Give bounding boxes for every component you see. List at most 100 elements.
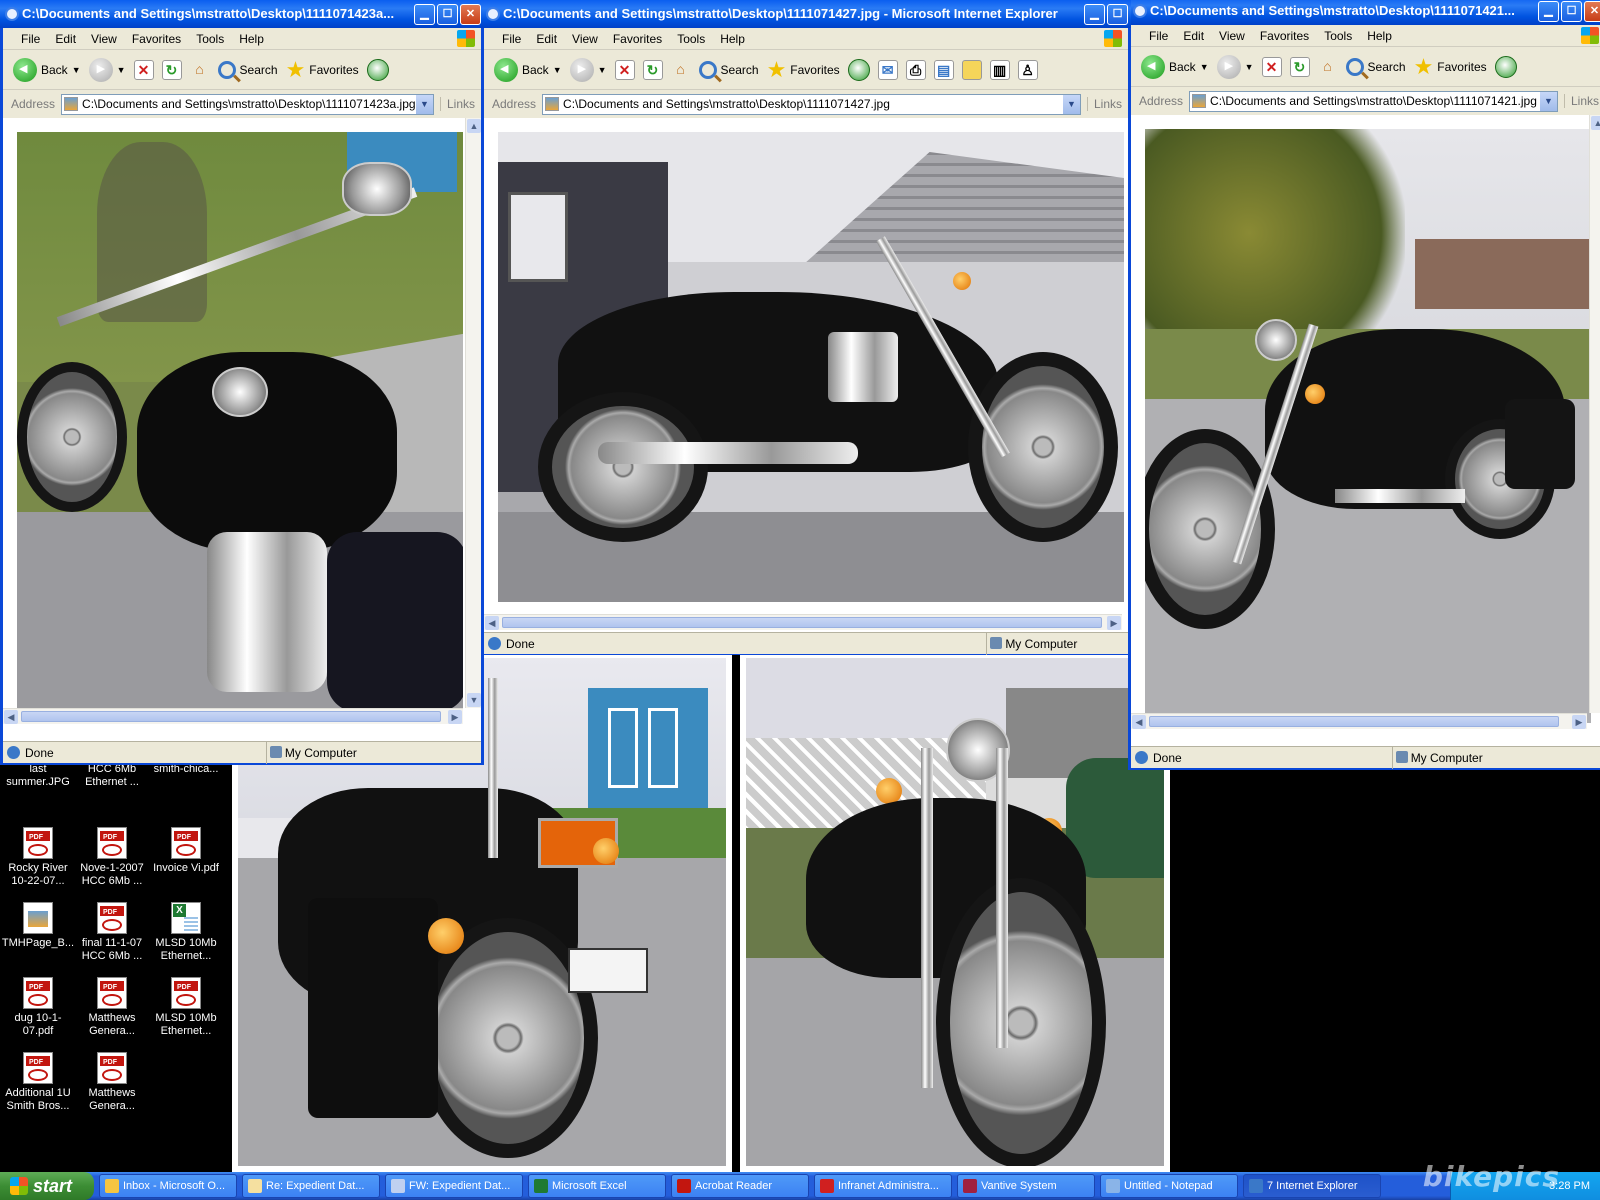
taskbar-item[interactable]: Inbox - Microsoft O... — [99, 1174, 237, 1198]
desktop-icon[interactable]: Additional 1U Smith Bros... — [0, 1052, 76, 1113]
taskbar-item[interactable]: Re: Expedient Dat... — [242, 1174, 380, 1198]
close-button[interactable]: ✕ — [1584, 1, 1600, 22]
search-button[interactable]: Search — [217, 60, 278, 79]
home-button[interactable]: ⌂ — [190, 60, 210, 80]
desktop-icon[interactable]: Invoice Vi.pdf — [148, 827, 224, 875]
horizontal-scrollbar[interactable]: ◀ ▶ — [1131, 713, 1587, 729]
links-button[interactable]: Links — [439, 97, 481, 111]
menu-view[interactable]: View — [1219, 29, 1245, 43]
ie-window-1[interactable]: C:\Documents and Settings\mstratto\Deskt… — [0, 0, 484, 765]
messenger-button[interactable]: ♙ — [1017, 59, 1038, 80]
desktop-icon[interactable]: Matthews Genera... — [74, 977, 150, 1038]
desktop-icon[interactable]: Rocky River 10-22-07... — [0, 827, 76, 888]
menu-file[interactable]: File — [502, 32, 521, 46]
menu-file[interactable]: File — [1149, 29, 1168, 43]
menu-help[interactable]: Help — [720, 32, 745, 46]
stop-button[interactable]: ✕ — [614, 59, 635, 80]
window-titlebar[interactable]: C:\Documents and Settings\mstratto\Deskt… — [0, 0, 484, 28]
desktop-icon[interactable]: Matthews Genera... — [74, 1052, 150, 1113]
history-button[interactable] — [847, 58, 870, 81]
forward-button[interactable]: ▼ — [88, 57, 126, 82]
stop-button[interactable]: ✕ — [1261, 56, 1282, 77]
minimize-button[interactable]: ▁ — [414, 4, 435, 25]
mail-button[interactable]: ✉ — [877, 59, 898, 80]
forward-button[interactable]: ▼ — [569, 57, 607, 82]
maximize-button[interactable]: ☐ — [1107, 4, 1128, 25]
menu-tools[interactable]: Tools — [677, 32, 705, 46]
favorites-button[interactable]: ★ Favorites — [767, 58, 840, 81]
desktop-icon[interactable]: MLSD 10Mb Ethernet... — [148, 977, 224, 1038]
status-zone: My Computer — [1391, 746, 1483, 769]
ie-window-2[interactable]: C:\Documents and Settings\mstratto\Deskt… — [481, 0, 1131, 655]
taskbar-item[interactable]: 7 Internet Explorer — [1243, 1174, 1381, 1198]
menu-favorites[interactable]: Favorites — [613, 32, 662, 46]
minimize-button[interactable]: ▁ — [1538, 1, 1559, 22]
refresh-button[interactable]: ↻ — [1289, 56, 1310, 77]
window-titlebar[interactable]: C:\Documents and Settings\mstratto\Deskt… — [1128, 0, 1600, 25]
refresh-button[interactable]: ↻ — [161, 59, 182, 80]
research-button[interactable]: ▥ — [989, 59, 1010, 80]
vertical-scrollbar[interactable]: ▲ — [1589, 115, 1600, 713]
taskbar-item[interactable]: Microsoft Excel — [528, 1174, 666, 1198]
close-button[interactable]: ✕ — [460, 4, 481, 25]
back-button[interactable]: Back▼ — [13, 57, 81, 82]
start-button[interactable]: start — [0, 1172, 94, 1200]
menu-edit[interactable]: Edit — [1183, 29, 1204, 43]
menu-file[interactable]: File — [21, 32, 40, 46]
forward-button[interactable]: ▼ — [1216, 54, 1254, 79]
menu-tools[interactable]: Tools — [1324, 29, 1352, 43]
desktop-icon[interactable]: TMHPage_B... — [0, 902, 76, 950]
menu-favorites[interactable]: Favorites — [1260, 29, 1309, 43]
taskbar-item[interactable]: Untitled - Notepad — [1100, 1174, 1238, 1198]
menu-view[interactable]: View — [91, 32, 117, 46]
maximize-button[interactable]: ☐ — [1561, 1, 1582, 22]
search-button[interactable]: Search — [1345, 57, 1406, 76]
address-dropdown-icon[interactable]: ▼ — [1539, 91, 1557, 111]
favorites-button[interactable]: ★ Favorites — [1414, 55, 1487, 78]
maximize-button[interactable]: ☐ — [437, 4, 458, 25]
taskbar-item[interactable]: FW: Expedient Dat... — [385, 1174, 523, 1198]
desktop-icon-label: Additional 1U Smith Bros... — [5, 1087, 71, 1112]
menu-view[interactable]: View — [572, 32, 598, 46]
favorites-button[interactable]: ★ Favorites — [286, 58, 359, 81]
menu-help[interactable]: Help — [1367, 29, 1392, 43]
links-button[interactable]: Links — [1086, 97, 1128, 111]
home-button[interactable]: ⌂ — [1318, 57, 1338, 77]
back-button[interactable]: Back▼ — [1141, 54, 1209, 79]
address-input[interactable]: C:\Documents and Settings\mstratto\Deskt… — [542, 93, 1081, 115]
folder-button[interactable] — [961, 59, 982, 80]
menu-edit[interactable]: Edit — [55, 32, 76, 46]
horizontal-scrollbar[interactable]: ◀ ▶ — [3, 708, 463, 724]
history-button[interactable] — [1494, 55, 1517, 78]
home-button[interactable]: ⌂ — [671, 60, 691, 80]
window-titlebar[interactable]: C:\Documents and Settings\mstratto\Deskt… — [481, 0, 1131, 28]
taskbar-item[interactable]: Infranet Administra... — [814, 1174, 952, 1198]
vertical-scrollbar[interactable]: ▲ ▼ — [465, 118, 481, 708]
address-input[interactable]: C:\Documents and Settings\mstratto\Deskt… — [61, 93, 434, 115]
edit-button[interactable]: ▤ — [933, 59, 954, 80]
address-input[interactable]: C:\Documents and Settings\mstratto\Deskt… — [1189, 90, 1558, 112]
desktop-icon[interactable]: final 11-1-07 HCC 6Mb ... — [74, 902, 150, 963]
menu-favorites[interactable]: Favorites — [132, 32, 181, 46]
menu-help[interactable]: Help — [239, 32, 264, 46]
desktop-icon[interactable]: dug 10-1-07.pdf — [0, 977, 76, 1038]
desktop-icon[interactable]: Nove-1-2007 HCC 6Mb ... — [74, 827, 150, 888]
desktop-icon[interactable]: MLSD 10Mb Ethernet... — [148, 902, 224, 963]
taskbar-item[interactable]: Vantive System — [957, 1174, 1095, 1198]
ie-window-3[interactable]: C:\Documents and Settings\mstratto\Deskt… — [1128, 0, 1600, 770]
menu-edit[interactable]: Edit — [536, 32, 557, 46]
refresh-button[interactable]: ↻ — [642, 59, 663, 80]
stop-button[interactable]: ✕ — [133, 59, 154, 80]
back-button[interactable]: Back▼ — [494, 57, 562, 82]
address-dropdown-icon[interactable]: ▼ — [1062, 94, 1080, 114]
search-button[interactable]: Search — [698, 60, 759, 79]
address-dropdown-icon[interactable]: ▼ — [415, 94, 433, 114]
print-button[interactable]: ⎙ — [905, 59, 926, 80]
minimize-button[interactable]: ▁ — [1084, 4, 1105, 25]
horizontal-scrollbar[interactable]: ◀ ▶ — [484, 614, 1122, 630]
taskbar-item[interactable]: Acrobat Reader — [671, 1174, 809, 1198]
history-button[interactable] — [366, 58, 389, 81]
links-button[interactable]: Links — [1563, 94, 1600, 108]
menu-tools[interactable]: Tools — [196, 32, 224, 46]
forward-arrow-icon — [569, 57, 594, 82]
